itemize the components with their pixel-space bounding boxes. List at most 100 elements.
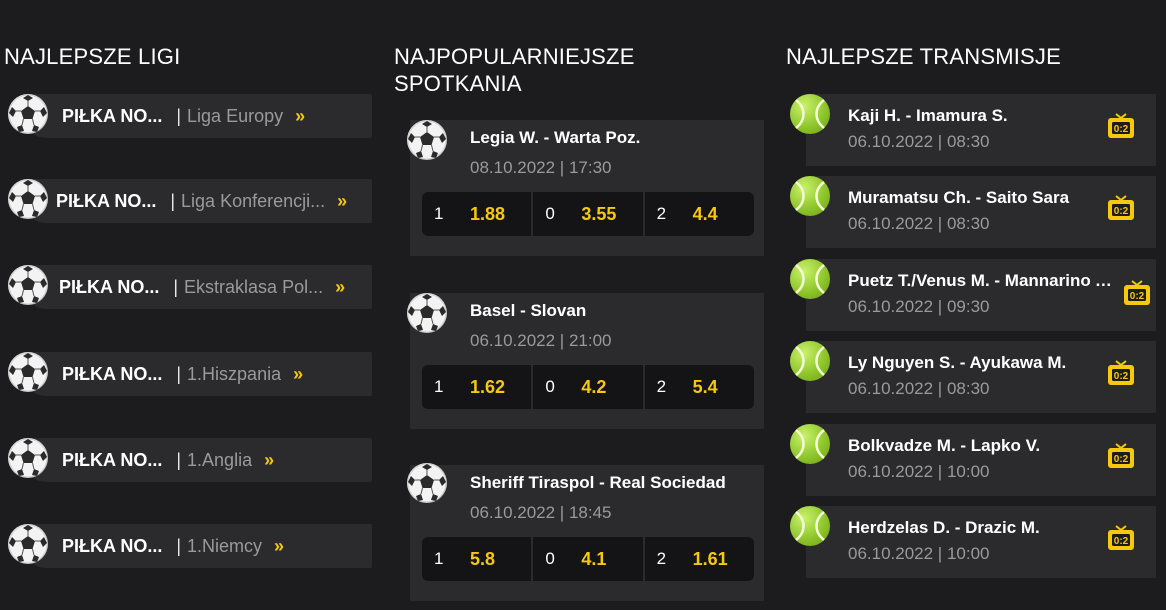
odd-draw-button[interactable]: 0 4.2 [531, 365, 642, 409]
match-teams: Legia W. - Warta Poz. [470, 128, 641, 147]
odd-label: 0 [545, 377, 555, 396]
league-item-hiszpania[interactable]: PIŁKA NO... | 1.Hiszpania » [4, 352, 372, 396]
tennis-ball-icon [790, 176, 830, 216]
league-sport-name: PIŁKA NO... [62, 363, 163, 384]
live-tv-icon[interactable]: 0:2 [1106, 112, 1136, 142]
double-chevron-right-icon: » [264, 449, 274, 470]
match-time: 06.10.2022 | 18:45 [470, 503, 612, 522]
odd-label: 0 [545, 549, 555, 568]
league-item-liga-europy[interactable]: PIŁKA NO... | Liga Europy » [4, 94, 372, 138]
live-tv-icon[interactable]: 0:2 [1106, 194, 1136, 224]
odds-bar: 1 5.8 0 4.1 2 1.61 [422, 537, 754, 581]
live-tv-icon[interactable]: 0:2 [1122, 279, 1152, 309]
league-item-niemcy[interactable]: PIŁKA NO... | 1.Niemcy » [4, 524, 372, 568]
league-sport-name: PIŁKA NO... [56, 190, 157, 211]
match-teams: Basel - Slovan [470, 301, 587, 320]
svg-text:0:2: 0:2 [1114, 124, 1129, 135]
stream-teams: Herdzelas D. - Drazic M. [848, 518, 1040, 537]
stream-time: 06.10.2022 | 09:30 [848, 297, 990, 316]
odd-value: 3.55 [581, 203, 617, 224]
league-name: Liga Europy [187, 105, 284, 126]
odd-home-button[interactable]: 1 5.8 [422, 537, 531, 581]
league-name: Ekstraklasa Pol... [184, 276, 324, 297]
odd-label: 2 [656, 377, 667, 396]
odd-value: 1.88 [470, 203, 506, 224]
odd-draw-button[interactable]: 0 4.1 [531, 537, 642, 581]
league-separator: | [170, 190, 176, 211]
odd-label: 1 [434, 204, 444, 223]
double-chevron-right-icon: » [335, 276, 345, 297]
stream-teams: Bolkvadze M. - Lapko V. [848, 436, 1041, 455]
tennis-ball-icon [790, 424, 830, 464]
soccer-ball-icon [8, 265, 48, 305]
soccer-ball-icon [407, 120, 447, 160]
odd-away-button[interactable]: 2 5.4 [642, 365, 754, 409]
svg-text:0:2: 0:2 [1114, 454, 1129, 465]
stream-time: 06.10.2022 | 08:30 [848, 214, 990, 233]
odd-value: 1.61 [692, 548, 728, 569]
best-streams-title: NAJLEPSZE TRANSMISJE [786, 44, 1061, 69]
stream-item[interactable]: Herdzelas D. - Drazic M. 06.10.2022 | 10… [790, 506, 1156, 578]
stream-time: 06.10.2022 | 10:00 [848, 462, 990, 481]
stream-item[interactable]: Ly Nguyen S. - Ayukawa M. 06.10.2022 | 0… [790, 341, 1156, 413]
league-separator: | [176, 535, 182, 556]
stream-teams: Puetz T./Venus M. - Mannarino A./Martin … [848, 271, 1114, 290]
svg-text:0:2: 0:2 [1114, 536, 1129, 547]
double-chevron-right-icon: » [295, 105, 305, 126]
odd-home-button[interactable]: 1 1.62 [422, 365, 531, 409]
league-sport-name: PIŁKA NO... [62, 105, 163, 126]
odd-draw-button[interactable]: 0 3.55 [531, 192, 642, 236]
stream-time: 06.10.2022 | 08:30 [848, 132, 990, 151]
match-card[interactable]: Legia W. - Warta Poz. 08.10.2022 | 17:30… [407, 120, 764, 256]
match-time: 08.10.2022 | 17:30 [470, 158, 612, 177]
odd-label: 1 [434, 549, 444, 568]
odd-away-button[interactable]: 2 4.4 [642, 192, 754, 236]
league-item-ekstraklasa[interactable]: PIŁKA NO... | Ekstraklasa Pol... » [4, 265, 372, 309]
league-sport-name: PIŁKA NO... [59, 276, 160, 297]
league-sport-name: PIŁKA NO... [62, 449, 163, 470]
tennis-ball-icon [790, 506, 830, 546]
odd-value: 4.2 [581, 376, 607, 397]
league-name: Liga Konferencji... [181, 190, 326, 211]
svg-text:0:2: 0:2 [1114, 371, 1129, 382]
match-card[interactable]: Basel - Slovan 06.10.2022 | 21:00 1 1.62… [407, 293, 764, 429]
live-tv-icon[interactable]: 0:2 [1106, 524, 1136, 554]
stream-item[interactable]: Muramatsu Ch. - Saito Sara 06.10.2022 | … [790, 176, 1156, 248]
league-separator: | [176, 363, 182, 384]
soccer-ball-icon [407, 463, 447, 503]
league-item-anglia[interactable]: PIŁKA NO... | 1.Anglia » [4, 438, 372, 482]
league-name: 1.Hiszpania [187, 363, 282, 384]
odd-value: 4.1 [581, 548, 607, 569]
soccer-ball-icon [8, 438, 48, 478]
soccer-ball-icon [8, 94, 48, 134]
odd-value: 5.8 [470, 548, 496, 569]
soccer-ball-icon [8, 179, 48, 219]
stream-teams: Ly Nguyen S. - Ayukawa M. [848, 353, 1067, 372]
odd-value: 1.62 [470, 376, 506, 397]
league-item-liga-konferencji[interactable]: PIŁKA NO... | Liga Konferencji... » [4, 179, 372, 223]
league-name: 1.Niemcy [187, 535, 263, 556]
live-tv-icon[interactable]: 0:2 [1106, 359, 1136, 389]
odd-home-button[interactable]: 1 1.88 [422, 192, 531, 236]
live-tv-icon[interactable]: 0:2 [1106, 442, 1136, 472]
popular-matches-title: NAJPOPULARNIEJSZE SPOTKANIA [394, 44, 635, 96]
odd-value: 5.4 [692, 376, 718, 397]
odd-label: 2 [656, 204, 667, 223]
soccer-ball-icon [8, 524, 48, 564]
odds-bar: 1 1.88 0 3.55 2 4.4 [422, 192, 754, 236]
stream-time: 06.10.2022 | 10:00 [848, 544, 990, 563]
match-teams: Sheriff Tiraspol - Real Sociedad [470, 473, 726, 492]
odds-bar: 1 1.62 0 4.2 2 5.4 [422, 365, 754, 409]
league-separator: | [176, 449, 182, 470]
odd-label: 2 [656, 549, 667, 568]
top-leagues-title: NAJLEPSZE LIGI [4, 44, 181, 69]
svg-text:0:2: 0:2 [1114, 206, 1129, 217]
stream-time: 06.10.2022 | 08:30 [848, 379, 990, 398]
stream-item[interactable]: Bolkvadze M. - Lapko V. 06.10.2022 | 10:… [790, 424, 1156, 496]
league-separator: | [173, 276, 179, 297]
stream-item[interactable]: Puetz T./Venus M. - Mannarino A./Martin … [790, 259, 1156, 331]
odd-away-button[interactable]: 2 1.61 [642, 537, 754, 581]
stream-item[interactable]: Kaji H. - Imamura S. 06.10.2022 | 08:30 … [790, 94, 1156, 166]
match-card[interactable]: Sheriff Tiraspol - Real Sociedad 06.10.2… [407, 463, 764, 601]
soccer-ball-icon [8, 352, 48, 392]
